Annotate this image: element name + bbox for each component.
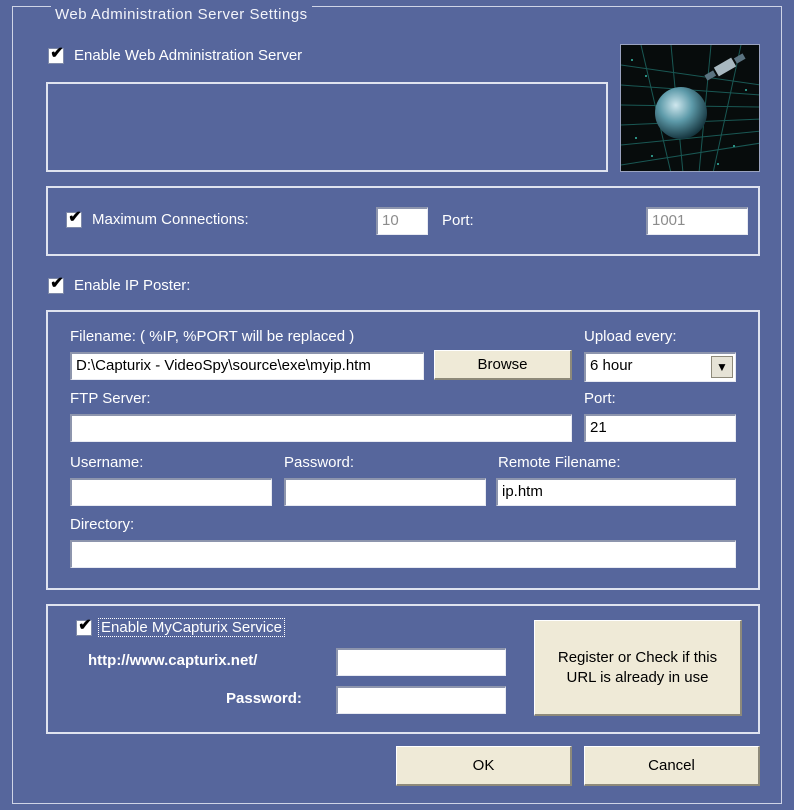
upload-every-label: Upload every: (584, 328, 677, 345)
capturix-password-label: Password: (226, 690, 302, 707)
max-connections-field[interactable]: 10 (376, 207, 428, 235)
ftp-server-label: FTP Server: (70, 390, 151, 407)
upload-every-select[interactable]: 6 hour ▼ (584, 352, 736, 382)
check-icon: ✔ (78, 617, 92, 634)
capturix-password-field[interactable] (336, 686, 506, 714)
max-connections-label: Maximum Connections: (92, 211, 249, 228)
capturix-url-label: http://www.capturix.net/ (88, 652, 258, 669)
directory-field[interactable] (70, 540, 736, 568)
ok-button[interactable]: OK (396, 746, 572, 786)
enable-web-admin-label: Enable Web Administration Server (74, 47, 303, 64)
remote-filename-field[interactable]: ip.htm (496, 478, 736, 506)
chevron-down-icon[interactable]: ▼ (711, 356, 733, 378)
filename-label: Filename: ( %IP, %PORT will be replaced … (70, 328, 355, 345)
check-icon: ✔ (68, 209, 82, 226)
password-label: Password: (284, 454, 355, 471)
ftp-port-label: Port: (584, 390, 616, 407)
enable-mycapturix-checkbox[interactable]: ✔ (76, 617, 92, 636)
max-connections-checkbox[interactable]: ✔ (66, 209, 82, 228)
directory-label: Directory: (70, 516, 135, 533)
username-label: Username: (70, 454, 144, 471)
enable-ip-poster-checkbox[interactable]: ✔ (48, 275, 64, 294)
filename-field[interactable]: D:\Capturix - VideoSpy\source\exe\myip.h… (70, 352, 424, 380)
enable-ip-poster-label: Enable IP Poster: (74, 277, 191, 294)
capturix-url-field[interactable] (336, 648, 506, 676)
web-admin-info-panel (46, 82, 608, 172)
window-title: Web Administration Server Settings (51, 6, 312, 23)
settings-window: Web Administration Server Settings ✔ Ena… (0, 0, 794, 810)
globe-image (620, 44, 760, 172)
ftp-server-field[interactable] (70, 414, 572, 442)
password-field[interactable] (284, 478, 486, 506)
check-icon: ✔ (50, 275, 64, 292)
connections-port-label: Port: (442, 212, 474, 229)
globe-icon (621, 45, 759, 171)
register-check-button[interactable]: Register or Check if this URL is already… (534, 620, 742, 716)
enable-mycapturix-label: Enable MyCapturix Service (98, 618, 285, 637)
remote-filename-label: Remote Filename: (498, 454, 621, 471)
username-field[interactable] (70, 478, 272, 506)
upload-every-value: 6 hour (590, 357, 633, 374)
connections-port-field[interactable]: 1001 (646, 207, 748, 235)
check-icon: ✔ (50, 45, 64, 62)
ftp-port-field[interactable]: 21 (584, 414, 736, 442)
enable-web-admin-checkbox[interactable]: ✔ (48, 45, 64, 64)
cancel-button[interactable]: Cancel (584, 746, 760, 786)
browse-button[interactable]: Browse (434, 350, 572, 380)
